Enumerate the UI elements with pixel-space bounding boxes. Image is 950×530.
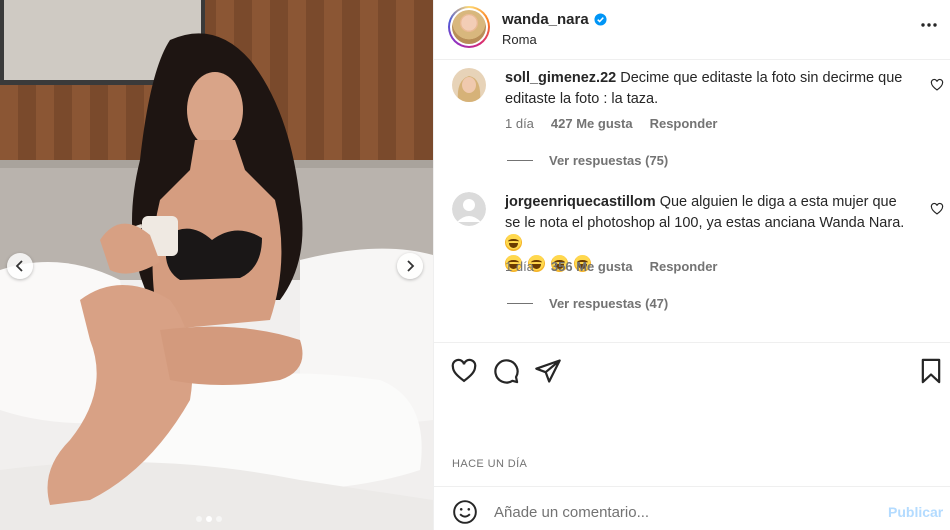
- commenter-avatar[interactable]: [452, 68, 486, 102]
- bookmark-icon[interactable]: [917, 357, 945, 385]
- post-image: [0, 0, 433, 530]
- comment-likes[interactable]: 427 Me gusta: [551, 116, 633, 131]
- replies-divider-line: [507, 160, 533, 161]
- verified-badge-icon: [594, 13, 607, 26]
- author-username[interactable]: wanda_nara: [502, 11, 607, 28]
- carousel-dot: [216, 516, 222, 522]
- comment-time[interactable]: 1 día: [505, 116, 534, 131]
- carousel-prev-button[interactable]: [7, 253, 33, 279]
- chevron-left-icon: [15, 260, 23, 272]
- publish-button[interactable]: Publicar: [888, 504, 943, 520]
- author-username-text[interactable]: wanda_nara: [502, 11, 589, 28]
- smiley-icon[interactable]: [452, 499, 478, 525]
- view-replies-label[interactable]: Ver respuestas (75): [549, 153, 668, 168]
- comment-meta: 1 día 356 Me gusta Responder: [505, 259, 717, 274]
- grinning-sweat-emoji: [505, 234, 522, 251]
- comment-like-heart-icon[interactable]: [930, 202, 944, 216]
- more-horizontal-icon[interactable]: [920, 16, 938, 34]
- post-timestamp[interactable]: HACE UN DÍA: [452, 458, 527, 470]
- commenter-avatar-default[interactable]: [452, 192, 486, 226]
- heart-icon[interactable]: [450, 357, 478, 385]
- view-replies-button[interactable]: Ver respuestas (47): [507, 296, 668, 311]
- carousel-next-button[interactable]: [397, 253, 423, 279]
- post-actions-bar: [434, 342, 950, 397]
- view-replies-label[interactable]: Ver respuestas (47): [549, 296, 668, 311]
- view-replies-button[interactable]: Ver respuestas (75): [507, 153, 668, 168]
- comment-meta: 1 día 427 Me gusta Responder: [505, 116, 717, 131]
- author-avatar[interactable]: [448, 6, 490, 48]
- post-side-panel: wanda_nara Roma soll_gimenez.22 Decime qu…: [433, 0, 950, 530]
- comments-list[interactable]: soll_gimenez.22 Decime que editaste la fo…: [434, 60, 950, 342]
- carousel-dot: [196, 516, 202, 522]
- post-photo[interactable]: [0, 0, 433, 530]
- comment-username[interactable]: soll_gimenez.22: [505, 70, 616, 86]
- post-location[interactable]: Roma: [502, 32, 537, 47]
- carousel-dots: [196, 516, 222, 522]
- comment-text: soll_gimenez.22 Decime que editaste la fo…: [505, 68, 905, 110]
- comment-bubble-icon[interactable]: [492, 357, 520, 385]
- reply-button[interactable]: Responder: [650, 259, 718, 274]
- carousel-dot-active: [206, 516, 212, 522]
- post-header: wanda_nara Roma: [434, 0, 950, 60]
- add-comment-input[interactable]: [494, 497, 874, 527]
- comment-username[interactable]: jorgeenriquecastillom: [505, 194, 656, 210]
- add-comment-bar: Publicar: [434, 486, 950, 530]
- reply-button[interactable]: Responder: [650, 116, 718, 131]
- comment-like-heart-icon[interactable]: [930, 78, 944, 92]
- paper-plane-icon[interactable]: [534, 357, 562, 385]
- comment-time[interactable]: 1 día: [505, 259, 534, 274]
- comment-likes[interactable]: 356 Me gusta: [551, 259, 633, 274]
- chevron-right-icon: [407, 260, 415, 272]
- replies-divider-line: [507, 303, 533, 304]
